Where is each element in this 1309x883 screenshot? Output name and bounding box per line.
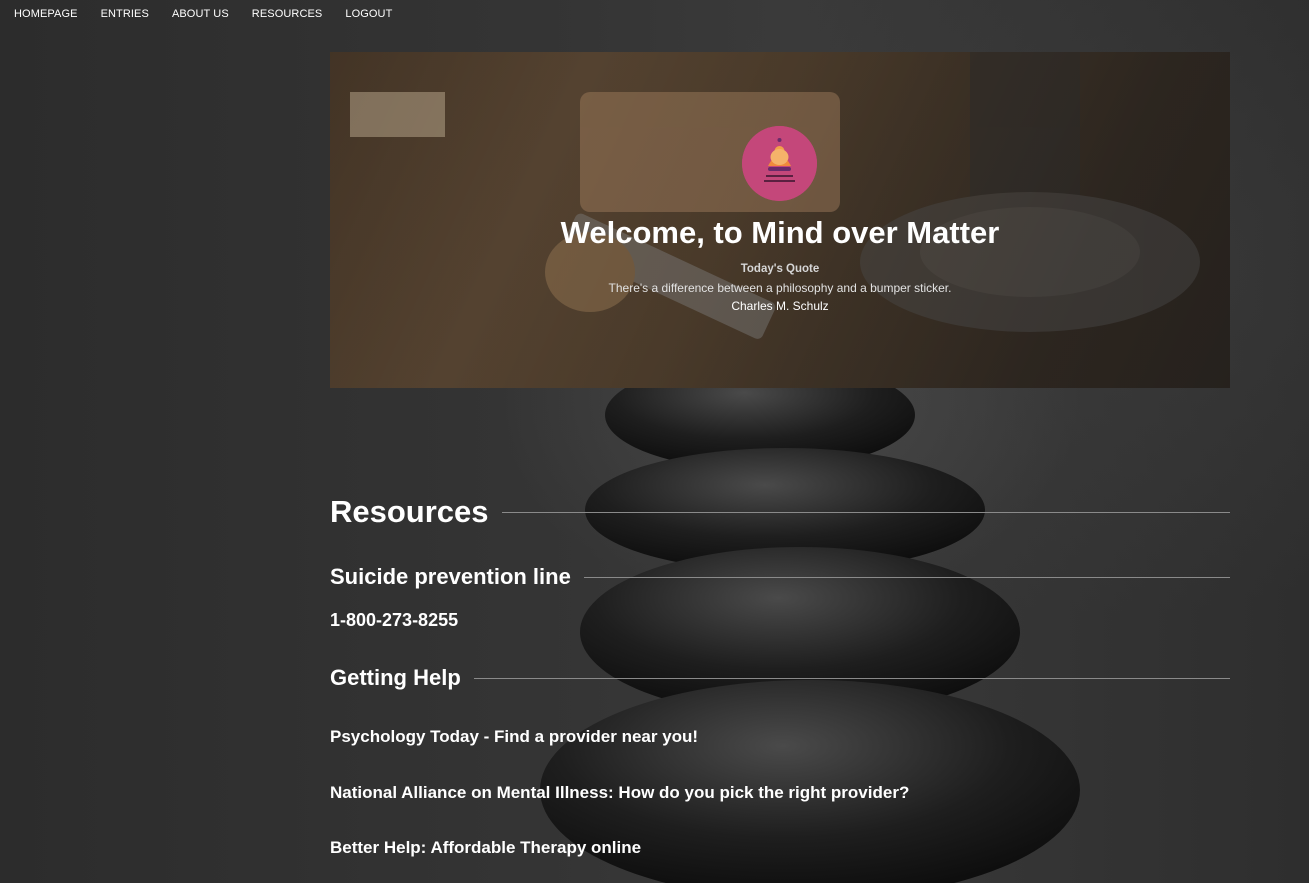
- nav-logout[interactable]: LOGOUT: [345, 8, 392, 20]
- resources-section-header: Resources: [330, 494, 1230, 530]
- suicide-prevention-heading: Suicide prevention line: [330, 564, 571, 589]
- nav-entries[interactable]: ENTRIES: [101, 8, 149, 20]
- hero-title: Welcome, to Mind over Matter: [560, 215, 1000, 250]
- suicide-prevention-header: Suicide prevention line: [330, 564, 1230, 590]
- divider: [473, 677, 1230, 679]
- better-help-link[interactable]: Better Help: Affordable Therapy online: [330, 838, 641, 858]
- divider: [501, 511, 1230, 513]
- quote-author: Charles M. Schulz: [731, 299, 829, 313]
- resources-heading: Resources: [330, 494, 489, 529]
- getting-help-header: Getting Help: [330, 665, 1230, 691]
- quote-text: There's a difference between a philosoph…: [608, 281, 952, 295]
- nav-about-us[interactable]: ABOUT US: [172, 8, 229, 20]
- getting-help-heading: Getting Help: [330, 665, 461, 690]
- top-navigation: HOMEPAGE ENTRIES ABOUT US RESOURCES LOGO…: [0, 0, 415, 28]
- nav-homepage[interactable]: HOMEPAGE: [14, 8, 78, 20]
- suicide-prevention-phone: 1-800-273-8255: [330, 610, 459, 630]
- quote-label: Today's Quote: [740, 263, 820, 275]
- nav-resources[interactable]: RESOURCES: [252, 8, 323, 20]
- nami-link[interactable]: National Alliance on Mental Illness: How…: [330, 783, 909, 803]
- divider: [583, 576, 1230, 578]
- hero-banner: Welcome, to Mind over Matter Today's Quo…: [330, 52, 1230, 388]
- meditation-logo-icon: [742, 126, 817, 201]
- psychology-today-link[interactable]: Psychology Today - Find a provider near …: [330, 727, 698, 747]
